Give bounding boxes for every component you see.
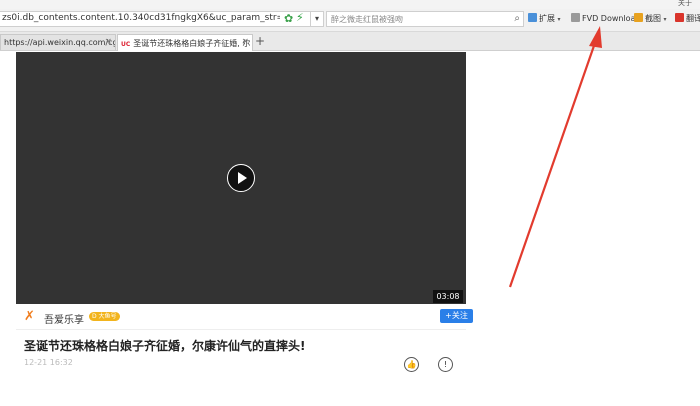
address-dropdown-chevron-icon[interactable]: ▾: [310, 11, 324, 27]
article-date: 12-21 16:32: [24, 358, 73, 367]
author-row: ✗ 吾爱乐享 D 大鱼号 +关注: [16, 305, 473, 330]
tab-bar: https://api.weixin.qq.com/cgi- × UC 圣诞节还珠…: [0, 32, 700, 51]
article-title: 圣诞节还珠格格白娘子齐征婚，尔康许仙气的直摔头!: [24, 339, 306, 353]
extensions-button[interactable]: 扩展 ▾: [528, 13, 561, 24]
search-icon[interactable]: ⌕: [514, 13, 520, 24]
settings-gear-icon[interactable]: ✿: [284, 13, 295, 24]
tab-weixin-api[interactable]: https://api.weixin.qq.com/cgi- ×: [0, 34, 116, 50]
fvd-download-button[interactable]: FVD Downloa: [571, 13, 635, 23]
fvd-download-icon: [571, 13, 580, 22]
video-duration: 03:08: [433, 290, 463, 303]
author-badge: D 大鱼号: [89, 312, 120, 321]
chevron-down-icon[interactable]: ▾: [664, 16, 667, 23]
author-logo-icon[interactable]: ✗: [24, 310, 35, 323]
author-name[interactable]: 吾爱乐享: [44, 311, 84, 326]
puzzle-icon: [528, 13, 537, 22]
search-placeholder: 醉之微走红鼠被强吻: [331, 15, 403, 24]
window-top-text[interactable]: 关于: [678, 0, 692, 8]
follow-button[interactable]: +关注: [440, 309, 473, 323]
screenshot-button[interactable]: 截图 ▾: [634, 13, 667, 24]
speed-bolt-icon[interactable]: ⚡: [296, 12, 306, 24]
address-bar[interactable]: zs0i.db_contents.content.10.340cd31fngkg…: [0, 11, 318, 27]
new-tab-plus-icon[interactable]: +: [255, 35, 265, 47]
browser-toolbar: zs0i.db_contents.content.10.340cd31fngkg…: [0, 9, 700, 32]
tab-title: 圣诞节还珠格格白娘子齐征婚, 尔: [133, 39, 251, 48]
chevron-down-icon[interactable]: ▾: [558, 16, 561, 23]
translate-icon: [675, 13, 684, 22]
tab-article[interactable]: UC 圣诞节还珠格格白娘子齐征婚, 尔 ×: [117, 34, 253, 51]
translate-button[interactable]: 翻译: [675, 13, 700, 24]
close-icon[interactable]: ×: [241, 37, 249, 47]
screenshot-icon: [634, 13, 643, 22]
search-input[interactable]: 醉之微走红鼠被强吻 ⌕: [326, 11, 524, 27]
uc-favicon-icon: UC: [121, 41, 131, 48]
annotation-arrow-line: [508, 39, 598, 288]
tab-title: https://api.weixin.qq.com/cgi-: [4, 38, 116, 47]
like-thumb-icon[interactable]: 👍: [404, 357, 419, 372]
play-icon[interactable]: [227, 164, 255, 192]
report-exclamation-icon[interactable]: !: [438, 357, 453, 372]
address-url[interactable]: zs0i.db_contents.content.10.340cd31fngkg…: [2, 13, 280, 23]
window-top-strip: 关于: [0, 0, 700, 9]
close-icon[interactable]: ×: [104, 37, 112, 47]
